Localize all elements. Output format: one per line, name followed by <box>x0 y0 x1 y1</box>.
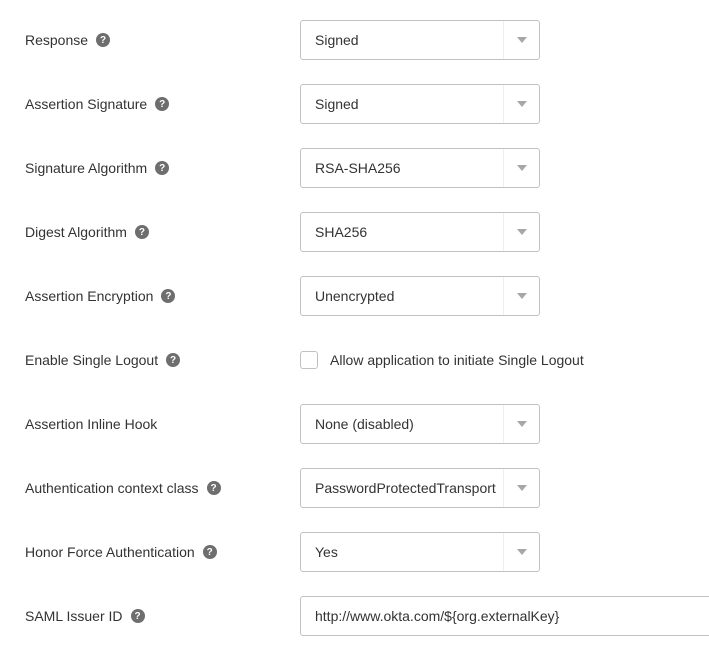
digest-algorithm-control: SHA256 <box>300 212 684 252</box>
digest-algorithm-label-col: Digest Algorithm ? <box>25 224 300 240</box>
digest-algorithm-label: Digest Algorithm <box>25 224 127 240</box>
chevron-down-icon <box>503 405 539 443</box>
saml-issuer-id-label-col: SAML Issuer ID ? <box>25 608 300 624</box>
saml-issuer-id-control <box>300 596 709 636</box>
response-label: Response <box>25 32 88 48</box>
assertion-signature-select-value: Signed <box>315 96 359 112</box>
help-icon[interactable]: ? <box>161 289 175 303</box>
chevron-down-icon <box>503 277 539 315</box>
authentication-context-class-select-value: PasswordProtectedTransport <box>315 480 496 496</box>
honor-force-authentication-label-col: Honor Force Authentication ? <box>25 544 300 560</box>
help-icon[interactable]: ? <box>131 609 145 623</box>
response-control: Signed <box>300 20 684 60</box>
assertion-encryption-select[interactable]: Unencrypted <box>300 276 540 316</box>
honor-force-authentication-select-value: Yes <box>315 544 338 560</box>
response-select-value: Signed <box>315 32 359 48</box>
chevron-down-icon <box>503 85 539 123</box>
help-icon[interactable]: ? <box>135 225 149 239</box>
digest-algorithm-select[interactable]: SHA256 <box>300 212 540 252</box>
honor-force-authentication-select[interactable]: Yes <box>300 532 540 572</box>
assertion-signature-label-col: Assertion Signature ? <box>25 96 300 112</box>
honor-force-authentication-label: Honor Force Authentication <box>25 544 195 560</box>
assertion-inline-hook-label-col: Assertion Inline Hook <box>25 416 300 432</box>
chevron-down-icon <box>503 213 539 251</box>
help-icon[interactable]: ? <box>207 481 221 495</box>
assertion-signature-row: Assertion Signature ? Signed <box>25 84 684 124</box>
authentication-context-class-select[interactable]: PasswordProtectedTransport <box>300 468 540 508</box>
authentication-context-class-label-col: Authentication context class ? <box>25 480 300 496</box>
enable-single-logout-label-col: Enable Single Logout ? <box>25 352 300 368</box>
signature-algorithm-control: RSA-SHA256 <box>300 148 684 188</box>
digest-algorithm-select-value: SHA256 <box>315 224 367 240</box>
digest-algorithm-row: Digest Algorithm ? SHA256 <box>25 212 684 252</box>
enable-single-logout-checkbox-label: Allow application to initiate Single Log… <box>330 352 584 368</box>
assertion-signature-label: Assertion Signature <box>25 96 147 112</box>
help-icon[interactable]: ? <box>155 97 169 111</box>
chevron-down-icon <box>503 533 539 571</box>
enable-single-logout-row: Enable Single Logout ? Allow application… <box>25 340 684 380</box>
chevron-down-icon <box>503 149 539 187</box>
enable-single-logout-control: Allow application to initiate Single Log… <box>300 351 684 369</box>
signature-algorithm-label-col: Signature Algorithm ? <box>25 160 300 176</box>
assertion-encryption-select-value: Unencrypted <box>315 288 394 304</box>
response-row: Response ? Signed <box>25 20 684 60</box>
assertion-inline-hook-control: None (disabled) <box>300 404 684 444</box>
authentication-context-class-label: Authentication context class <box>25 480 199 496</box>
assertion-encryption-row: Assertion Encryption ? Unencrypted <box>25 276 684 316</box>
honor-force-authentication-row: Honor Force Authentication ? Yes <box>25 532 684 572</box>
authentication-context-class-control: PasswordProtectedTransport <box>300 468 684 508</box>
assertion-inline-hook-label: Assertion Inline Hook <box>25 416 157 432</box>
assertion-inline-hook-select[interactable]: None (disabled) <box>300 404 540 444</box>
honor-force-authentication-control: Yes <box>300 532 684 572</box>
response-select[interactable]: Signed <box>300 20 540 60</box>
assertion-inline-hook-row: Assertion Inline Hook None (disabled) <box>25 404 684 444</box>
assertion-encryption-label: Assertion Encryption <box>25 288 153 304</box>
response-label-col: Response ? <box>25 32 300 48</box>
assertion-inline-hook-select-value: None (disabled) <box>315 416 414 432</box>
help-icon[interactable]: ? <box>96 33 110 47</box>
assertion-encryption-control: Unencrypted <box>300 276 684 316</box>
chevron-down-icon <box>503 21 539 59</box>
signature-algorithm-select-value: RSA-SHA256 <box>315 160 401 176</box>
assertion-encryption-label-col: Assertion Encryption ? <box>25 288 300 304</box>
chevron-down-icon <box>503 469 539 507</box>
enable-single-logout-checkbox[interactable] <box>300 351 318 369</box>
help-icon[interactable]: ? <box>155 161 169 175</box>
assertion-signature-control: Signed <box>300 84 684 124</box>
signature-algorithm-select[interactable]: RSA-SHA256 <box>300 148 540 188</box>
assertion-signature-select[interactable]: Signed <box>300 84 540 124</box>
saml-issuer-id-input[interactable] <box>300 596 709 636</box>
saml-issuer-id-label: SAML Issuer ID <box>25 608 123 624</box>
enable-single-logout-label: Enable Single Logout <box>25 352 158 368</box>
signature-algorithm-label: Signature Algorithm <box>25 160 147 176</box>
help-icon[interactable]: ? <box>203 545 217 559</box>
signature-algorithm-row: Signature Algorithm ? RSA-SHA256 <box>25 148 684 188</box>
help-icon[interactable]: ? <box>166 353 180 367</box>
saml-issuer-id-row: SAML Issuer ID ? <box>25 596 684 636</box>
authentication-context-class-row: Authentication context class ? PasswordP… <box>25 468 684 508</box>
enable-single-logout-checkbox-row: Allow application to initiate Single Log… <box>300 351 684 369</box>
